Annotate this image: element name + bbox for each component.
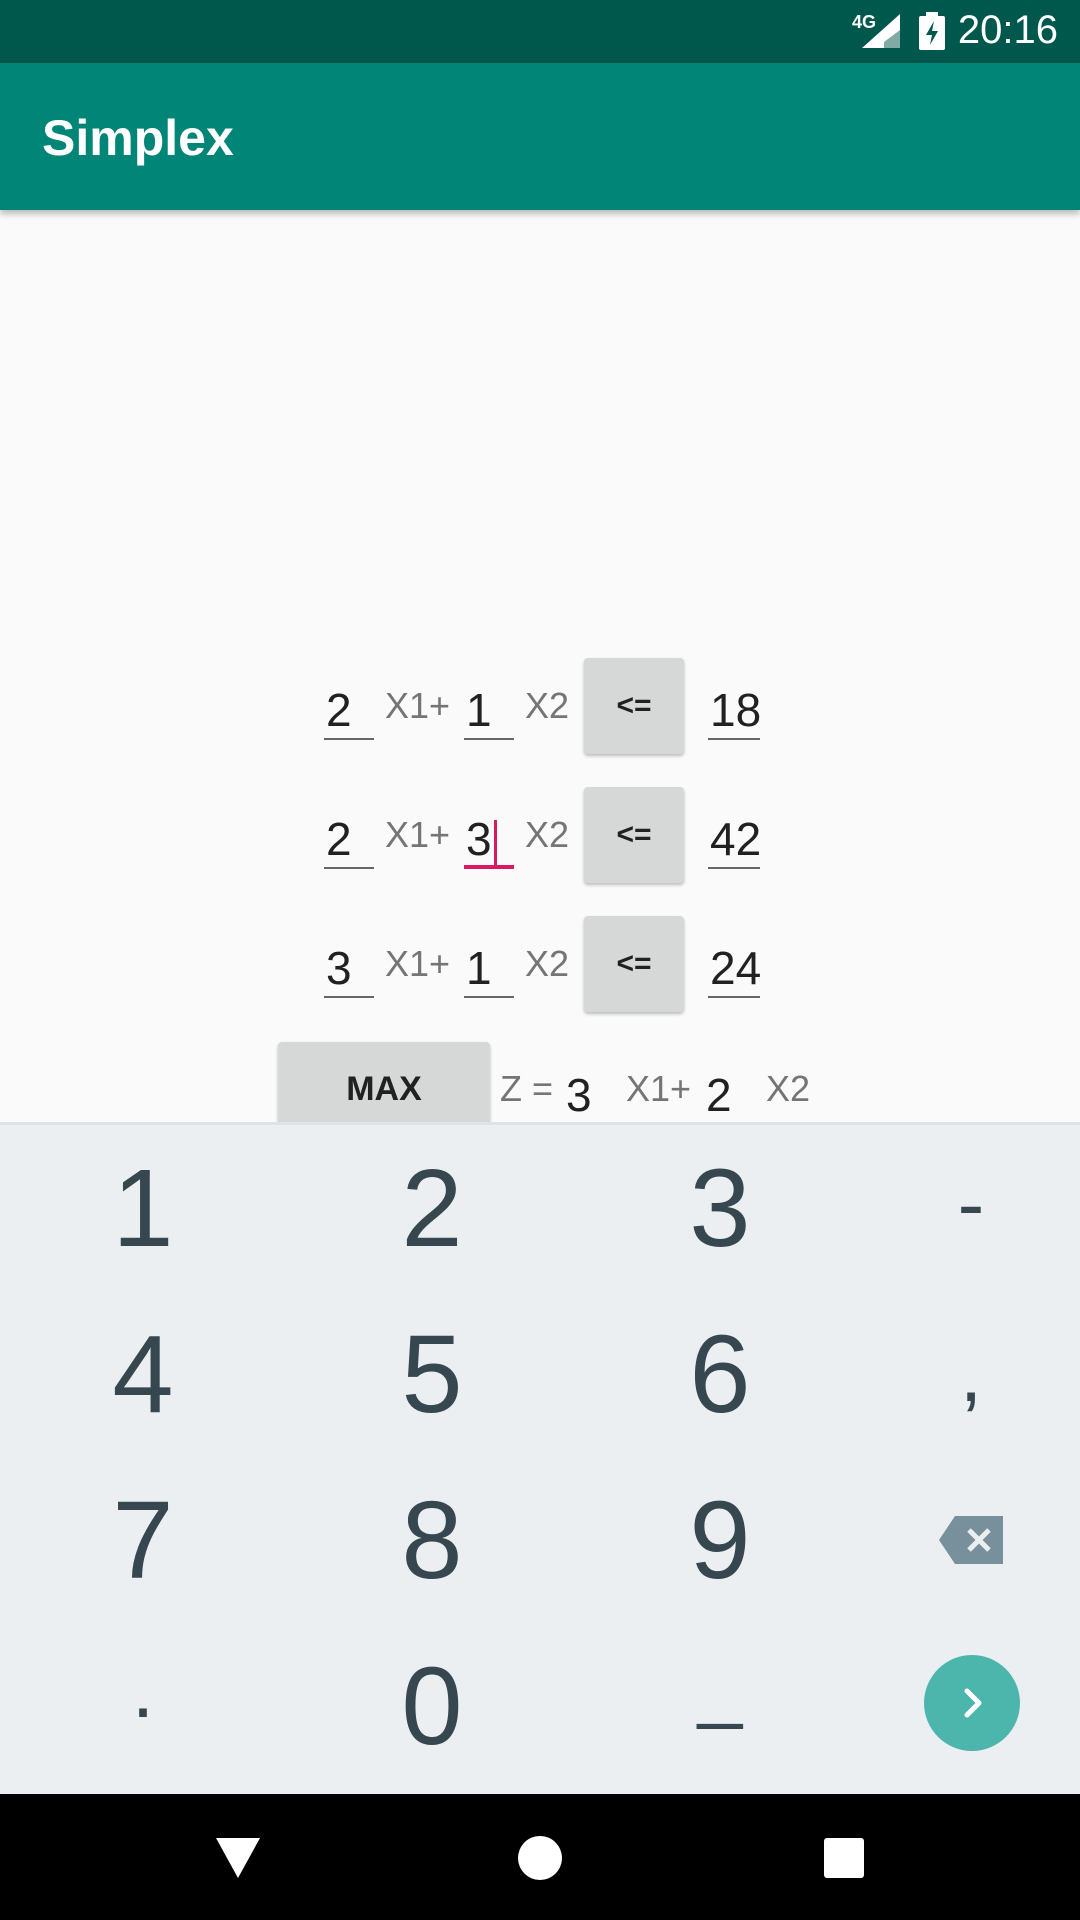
battery-charging-icon: [919, 12, 945, 50]
constraint-2-rhs-value: 42: [710, 813, 762, 865]
app-bar: Simplex: [0, 63, 1080, 210]
signal-icon: [862, 14, 900, 48]
constraint-1-coef-x1-value: 2: [326, 684, 352, 736]
constraint-2-coef-x1-value: 2: [326, 813, 352, 865]
app-title: Simplex: [42, 110, 234, 166]
constraint-3-rhs-input[interactable]: 24: [708, 938, 762, 998]
constraint-3-operator-button[interactable]: <=: [584, 916, 684, 1012]
key-comma[interactable]: ,: [836, 1291, 1080, 1457]
objective-x2-label: X2: [766, 1068, 811, 1109]
simplex-form: 2 X1+ 1 X2 <= 18 2 X1+ 3 X2 <= 42 3 X1+ …: [0, 210, 1080, 1122]
constraint-2-coef-x1-input[interactable]: 2: [324, 809, 374, 869]
key-space[interactable]: _: [585, 1603, 855, 1769]
key-3[interactable]: 3: [585, 1125, 855, 1291]
constraint-2-rhs-input[interactable]: 42: [708, 809, 762, 869]
objective-z-label: Z =: [500, 1068, 554, 1109]
constraint-3-x1-label: X1+: [385, 943, 451, 984]
home-icon[interactable]: [510, 1828, 570, 1888]
key-0[interactable]: 0: [297, 1623, 567, 1789]
key-period[interactable]: .: [8, 1607, 278, 1773]
constraint-1-operator-button[interactable]: <=: [584, 658, 684, 754]
constraint-3-coef-x2-input[interactable]: 1: [464, 938, 514, 998]
backspace-icon: [939, 1516, 1003, 1564]
constraint-2-operator-button[interactable]: <=: [584, 787, 684, 883]
recents-icon[interactable]: [814, 1828, 874, 1888]
constraint-1-rhs-input[interactable]: 18: [708, 680, 762, 740]
constraint-2-x1-label: X1+: [385, 814, 451, 855]
numeric-keyboard: 1 2 3 - 4 5 6 , 7 8 9 . 0 _: [0, 1122, 1080, 1794]
constraint-3-x2-label: X2: [525, 943, 570, 984]
key-7[interactable]: 7: [8, 1457, 278, 1623]
constraint-3-coef-x1-input[interactable]: 3: [324, 938, 374, 998]
key-5[interactable]: 5: [297, 1291, 567, 1457]
enter-key[interactable]: [924, 1655, 1020, 1751]
key-minus[interactable]: -: [836, 1121, 1080, 1287]
constraint-2-x2-label: X2: [525, 814, 570, 855]
constraint-2-coef-x2-input[interactable]: 3: [464, 809, 514, 869]
constraint-3-coef-x2-value: 1: [466, 942, 492, 994]
key-6[interactable]: 6: [585, 1291, 855, 1457]
constraint-1-x1-label: X1+: [385, 685, 451, 726]
key-4[interactable]: 4: [8, 1291, 278, 1457]
key-9[interactable]: 9: [585, 1457, 855, 1623]
constraint-1-coef-x1-input[interactable]: 2: [324, 680, 374, 740]
key-8[interactable]: 8: [297, 1457, 567, 1623]
constraint-3-rhs-value: 24: [710, 942, 762, 994]
chevron-right-icon: [964, 1688, 982, 1718]
constraint-1-coef-x2-input[interactable]: 1: [464, 680, 514, 740]
objective-coef-x2-input[interactable]: 2: [706, 1068, 732, 1122]
navigation-bar: [0, 1794, 1080, 1920]
objective-coef-x1-input[interactable]: 3: [566, 1068, 592, 1122]
back-icon[interactable]: [208, 1828, 268, 1888]
constraint-1-coef-x2-value: 1: [466, 684, 492, 736]
clock: 20:16: [957, 8, 1058, 52]
constraint-2-coef-x2-value: 3: [466, 813, 492, 865]
key-2[interactable]: 2: [297, 1125, 567, 1291]
constraint-3-coef-x1-value: 3: [326, 942, 352, 994]
text-cursor: [493, 819, 497, 866]
objective-x1-label: X1+: [626, 1068, 692, 1109]
constraint-1-rhs-value: 18: [710, 684, 762, 736]
max-min-toggle-button[interactable]: MAX: [278, 1042, 490, 1122]
status-bar: 4G 20:16: [0, 0, 1080, 63]
key-backspace[interactable]: [836, 1457, 1080, 1623]
constraint-1-x2-label: X2: [525, 685, 570, 726]
key-1[interactable]: 1: [8, 1125, 278, 1291]
